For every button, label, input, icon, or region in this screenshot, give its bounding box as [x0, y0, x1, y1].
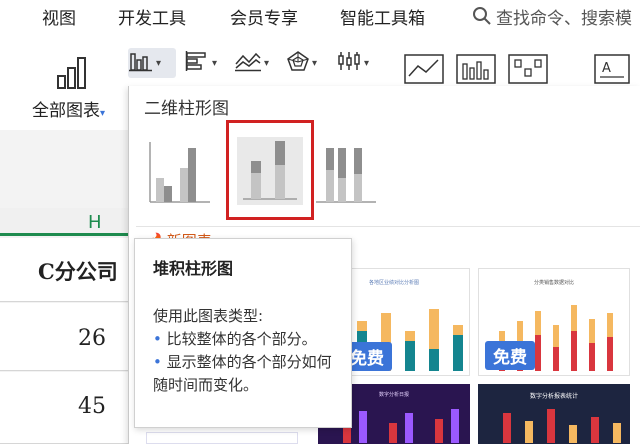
tooltip-description: 使用此图表类型:: [153, 307, 264, 325]
menu-view[interactable]: 视图: [42, 4, 76, 29]
column-chart-button[interactable]: ▾: [128, 48, 176, 78]
tooltip-title: 堆积柱形图: [153, 259, 234, 278]
svg-text:A: A: [602, 61, 611, 76]
all-charts-button[interactable]: 全部图表▾: [32, 96, 105, 121]
panel-section-title: 二维柱形图: [144, 99, 229, 119]
template-card[interactable]: 分类销售数据对比 免费: [478, 268, 630, 376]
clustered-column-thumbnail[interactable]: [144, 138, 216, 206]
sparkline-column-icon[interactable]: [456, 54, 496, 84]
column-chart-icon: [128, 50, 154, 76]
menu-bar: 视图 开发工具 会员专享 智能工具箱 查找命令、搜索模: [0, 0, 640, 36]
stock-chart-icon: [336, 50, 362, 76]
all-charts-icon[interactable]: [54, 56, 90, 90]
textbox-icon[interactable]: A: [594, 54, 630, 84]
bar-chart-button[interactable]: ▾: [184, 48, 228, 78]
template-card[interactable]: [146, 432, 298, 444]
radar-chart-icon: [286, 50, 310, 76]
chevron-down-icon: ▾: [212, 57, 218, 69]
stock-chart-button[interactable]: ▾: [336, 48, 376, 78]
search-icon[interactable]: [472, 6, 492, 26]
panel-divider: [136, 226, 640, 227]
chevron-down-icon: ▾: [312, 57, 318, 69]
radar-chart-button[interactable]: ▾: [286, 48, 326, 78]
chart-type-tooltip: 堆积柱形图 使用此图表类型: • 比较整体的各个部分。 • 显示整体的各个部分如…: [134, 238, 352, 428]
line-chart-button[interactable]: ▾: [234, 48, 278, 78]
percent-stacked-column-thumbnail[interactable]: [314, 138, 386, 206]
card-title: 分类销售数据对比: [533, 280, 574, 286]
stacked-column-thumbnail[interactable]: [226, 120, 314, 220]
cell-value: 26: [78, 326, 106, 351]
bar-chart-icon: [184, 50, 210, 76]
sparkline-line-icon[interactable]: [404, 54, 444, 84]
free-badge: 免费: [485, 341, 535, 370]
chevron-down-icon: ▾: [264, 57, 270, 69]
chevron-down-icon: ▾: [100, 108, 106, 119]
column-header-h[interactable]: H: [88, 212, 102, 233]
all-charts-label: 全部图表: [32, 101, 100, 121]
chevron-down-icon: ▾: [364, 57, 370, 69]
card-title: 数字分析报表统计: [529, 393, 578, 400]
line-chart-icon: [234, 50, 262, 76]
sparkline-winloss-icon[interactable]: [508, 54, 548, 84]
tooltip-item: • 显示整体的各个部分如何随时间而变化。: [153, 353, 332, 394]
chevron-down-icon: ▾: [156, 57, 162, 69]
cell-header-text: C分公司: [38, 259, 118, 284]
tooltip-item: • 比较整体的各个部分。: [153, 330, 317, 348]
menu-member-exclusive[interactable]: 会员专享: [230, 4, 298, 29]
menu-developer-tools[interactable]: 开发工具: [118, 4, 186, 29]
command-search-input[interactable]: 查找命令、搜索模: [496, 4, 632, 29]
cell-value: 45: [78, 394, 106, 419]
template-card[interactable]: 数字分析报表统计: [478, 384, 630, 444]
cell-h2[interactable]: [0, 303, 140, 371]
cell-h3[interactable]: [0, 372, 140, 444]
menu-smart-toolbox[interactable]: 智能工具箱: [340, 4, 425, 29]
